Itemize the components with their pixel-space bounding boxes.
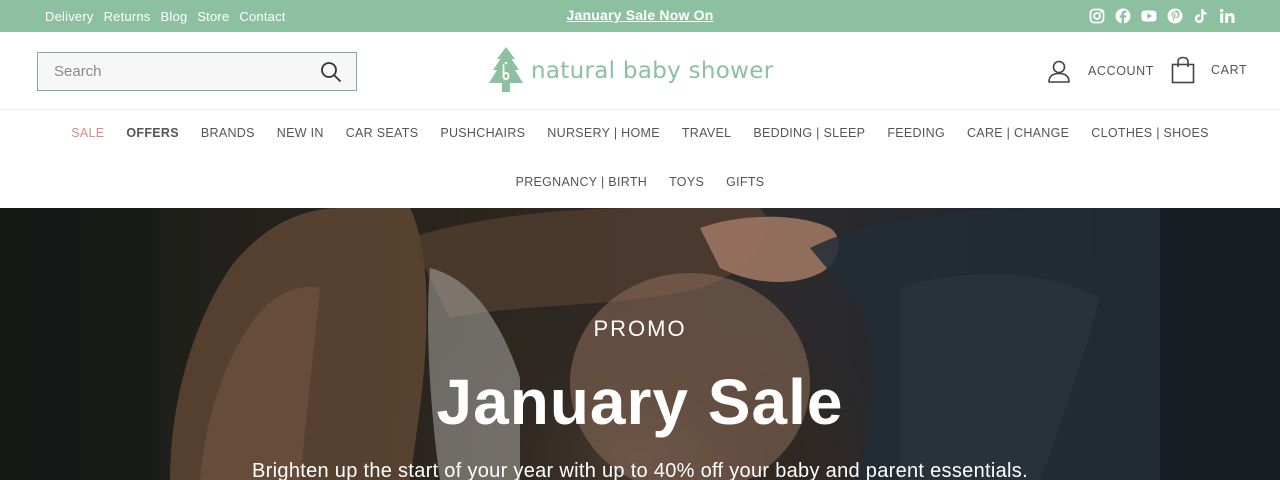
linkedin-icon[interactable] — [1219, 8, 1235, 24]
cart-label: CART — [1211, 63, 1248, 77]
nav-row: SALE OFFERS BRANDS NEW IN CAR SEATS PUSH… — [0, 125, 1280, 142]
utility-links: Delivery Returns Blog Store Contact — [45, 0, 296, 32]
store-link[interactable]: Store — [197, 9, 229, 24]
nav-item-gifts[interactable]: GIFTS — [726, 174, 764, 191]
nav-item-car-seats[interactable]: CAR SEATS — [346, 125, 419, 142]
account-label: ACCOUNT — [1088, 64, 1155, 78]
search-input[interactable] — [38, 53, 308, 90]
tiktok-icon[interactable] — [1193, 8, 1209, 24]
main-navigation: SALE OFFERS BRANDS NEW IN CAR SEATS PUSH… — [0, 110, 1280, 208]
nav-row: PREGNANCY | BIRTH TOYS GIFTS — [0, 174, 1280, 191]
instagram-icon[interactable] — [1089, 8, 1105, 24]
youtube-icon[interactable] — [1141, 8, 1157, 24]
nav-item-pregnancy-birth[interactable]: PREGNANCY | BIRTH — [516, 174, 648, 191]
hero-subtitle: Brighten up the start of your year with … — [252, 460, 1028, 480]
nav-item-new-in[interactable]: NEW IN — [277, 125, 324, 142]
nav-item-sale[interactable]: SALE — [71, 125, 104, 142]
hero-banner[interactable]: PROMO January Sale Brighten up the start… — [0, 208, 1280, 480]
shopping-bag-icon — [1170, 56, 1196, 84]
nav-item-clothes-shoes[interactable]: CLOTHES | SHOES — [1091, 125, 1209, 142]
tree-logo-icon — [488, 46, 524, 96]
hero-title: January Sale — [436, 366, 844, 438]
hero-eyebrow: PROMO — [593, 316, 687, 341]
nav-item-bedding-sleep[interactable]: BEDDING | SLEEP — [753, 125, 865, 142]
nav-item-nursery-home[interactable]: NURSERY | HOME — [547, 125, 660, 142]
contact-link[interactable]: Contact — [239, 9, 285, 24]
facebook-icon[interactable] — [1115, 8, 1131, 24]
nav-item-offers[interactable]: OFFERS — [126, 125, 179, 142]
delivery-link[interactable]: Delivery — [45, 9, 94, 24]
returns-link[interactable]: Returns — [104, 9, 151, 24]
blog-link[interactable]: Blog — [160, 9, 187, 24]
search-icon[interactable] — [320, 61, 342, 83]
account-link[interactable]: ACCOUNT — [1046, 58, 1154, 84]
nav-item-care-change[interactable]: CARE | CHANGE — [967, 125, 1069, 142]
nav-item-pushchairs[interactable]: PUSHCHAIRS — [440, 125, 525, 142]
nav-item-brands[interactable]: BRANDS — [201, 125, 255, 142]
nav-item-toys[interactable]: TOYS — [669, 174, 704, 191]
cart-link[interactable]: CART — [1170, 56, 1247, 84]
user-icon — [1046, 58, 1072, 84]
logo-text: natural baby shower — [531, 58, 774, 84]
nav-item-feeding[interactable]: FEEDING — [887, 125, 945, 142]
social-links — [1079, 0, 1235, 32]
nav-item-travel[interactable]: TRAVEL — [682, 125, 732, 142]
site-header: natural baby shower ACCOUNT CART — [0, 32, 1280, 110]
pinterest-icon[interactable] — [1167, 8, 1183, 24]
site-logo[interactable]: natural baby shower — [488, 46, 773, 96]
announcement-link[interactable]: January Sale Now On — [567, 7, 714, 23]
search-form — [37, 52, 357, 91]
announcement-bar: Delivery Returns Blog Store Contact Janu… — [0, 0, 1280, 32]
